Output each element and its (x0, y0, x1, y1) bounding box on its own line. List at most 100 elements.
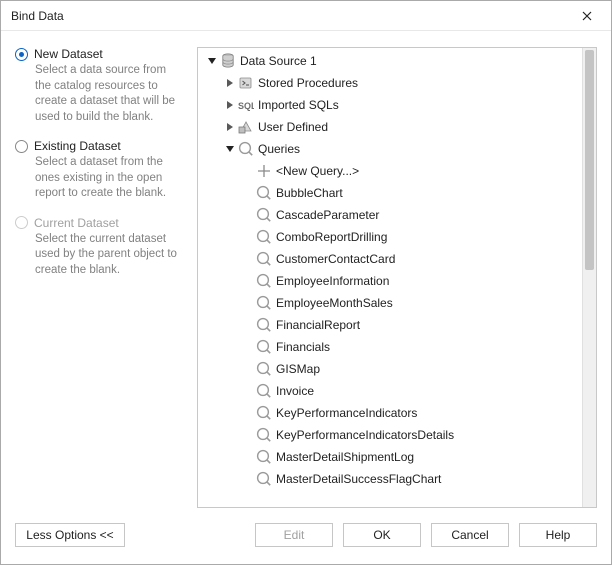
ok-button[interactable]: OK (343, 523, 421, 547)
tree-node-datasource[interactable]: Data Source 1 (202, 50, 582, 72)
query-icon (256, 471, 272, 487)
tree-node-query[interactable]: BubbleChart (202, 182, 582, 204)
query-icon (256, 207, 272, 223)
button-label: Help (546, 528, 571, 542)
tree-twister[interactable] (224, 122, 236, 132)
edit-button[interactable]: Edit (255, 523, 333, 547)
button-label: Edit (284, 528, 305, 542)
close-icon (582, 11, 592, 21)
query-icon (256, 427, 272, 443)
help-button[interactable]: Help (519, 523, 597, 547)
tree-label: ComboReportDrilling (276, 230, 387, 244)
tree-twister[interactable] (224, 144, 236, 154)
tree-node-query[interactable]: Financials (202, 336, 582, 358)
query-icon (256, 405, 272, 421)
tree-pane: Data Source 1 Stored Procedures Imported S… (197, 47, 597, 508)
sql-text-icon (238, 97, 254, 113)
tree-label: FinancialReport (276, 318, 360, 332)
tree-label: MasterDetailSuccessFlagChart (276, 472, 441, 486)
tree-node-folder[interactable]: User Defined (202, 116, 582, 138)
tree-label: CustomerContactCard (276, 252, 395, 266)
title-bar: Bind Data (1, 1, 611, 31)
tree-label: <New Query...> (276, 164, 359, 178)
query-icon (256, 449, 272, 465)
radio-current-dataset: Current Dataset (15, 216, 183, 230)
query-icon (256, 229, 272, 245)
tree-label: MasterDetailShipmentLog (276, 450, 414, 464)
query-icon (256, 339, 272, 355)
radio-existing-dataset[interactable]: Existing Dataset (15, 139, 183, 153)
tree-node-query[interactable]: EmployeeInformation (202, 270, 582, 292)
tree-node-new-query[interactable]: <New Query...> (202, 160, 582, 182)
button-label: Cancel (451, 528, 488, 542)
tree-twister[interactable] (206, 56, 218, 66)
plus-icon (256, 163, 272, 179)
tree-label: Stored Procedures (258, 76, 358, 90)
radio-indicator (15, 48, 28, 61)
radio-new-dataset[interactable]: New Dataset (15, 47, 183, 61)
button-label: OK (373, 528, 390, 542)
chevron-right-icon (225, 100, 235, 110)
radio-label: Existing Dataset (34, 139, 121, 153)
tree-twister[interactable] (224, 100, 236, 110)
query-icon (256, 185, 272, 201)
stored-proc-icon (238, 75, 254, 91)
tree-node-query[interactable]: EmployeeMonthSales (202, 292, 582, 314)
radio-label: Current Dataset (34, 216, 119, 230)
radio-label: New Dataset (34, 47, 103, 61)
less-options-button[interactable]: Less Options << (15, 523, 125, 547)
cancel-button[interactable]: Cancel (431, 523, 509, 547)
chevron-right-icon (225, 78, 235, 88)
tree-node-query[interactable]: FinancialReport (202, 314, 582, 336)
query-icon (256, 273, 272, 289)
tree-node-folder[interactable]: Queries (202, 138, 582, 160)
tree-node-query[interactable]: CascadeParameter (202, 204, 582, 226)
query-icon (256, 383, 272, 399)
tree-label: Invoice (276, 384, 314, 398)
radio-indicator (15, 216, 28, 229)
tree-twister[interactable] (224, 78, 236, 88)
options-pane: New Dataset Select a data source from th… (15, 47, 183, 508)
content-area: New Dataset Select a data source from th… (1, 31, 611, 518)
tree-node-query[interactable]: MasterDetailShipmentLog (202, 446, 582, 468)
query-icon (256, 361, 272, 377)
close-button[interactable] (569, 4, 605, 28)
tree-node-query[interactable]: Invoice (202, 380, 582, 402)
tree-node-query[interactable]: ComboReportDrilling (202, 226, 582, 248)
tree-label: Imported SQLs (258, 98, 339, 112)
scrollbar-thumb[interactable] (585, 50, 594, 270)
tree-node-folder[interactable]: Stored Procedures (202, 72, 582, 94)
tree-label: KeyPerformanceIndicators (276, 406, 417, 420)
user-defined-icon (238, 119, 254, 135)
tree-node-query[interactable]: KeyPerformanceIndicators (202, 402, 582, 424)
tree-node-query[interactable]: CustomerContactCard (202, 248, 582, 270)
tree-viewport: Data Source 1 Stored Procedures Imported S… (198, 48, 582, 507)
database-icon (220, 53, 236, 69)
chevron-down-icon (207, 56, 217, 66)
tree-label: Queries (258, 142, 300, 156)
radio-existing-desc: Select a dataset from the ones existing … (35, 155, 183, 202)
scrollbar-track[interactable] (582, 48, 596, 507)
tree-container: Data Source 1 Stored Procedures Imported S… (197, 47, 597, 508)
tree-node-query[interactable]: GISMap (202, 358, 582, 380)
radio-current-desc: Select the current dataset used by the p… (35, 232, 183, 279)
query-icon (256, 317, 272, 333)
query-icon (238, 141, 254, 157)
tree-node-query[interactable]: MasterDetailSuccessFlagChart (202, 468, 582, 490)
button-label: Less Options << (26, 528, 113, 542)
query-icon (256, 295, 272, 311)
tree-label: EmployeeMonthSales (276, 296, 393, 310)
tree-label: User Defined (258, 120, 328, 134)
query-icon (256, 251, 272, 267)
tree-label: Data Source 1 (240, 54, 317, 68)
chevron-right-icon (225, 122, 235, 132)
tree-label: CascadeParameter (276, 208, 379, 222)
button-bar: Less Options << Edit OK Cancel Help (1, 518, 611, 564)
tree-node-folder[interactable]: Imported SQLs (202, 94, 582, 116)
tree-label: EmployeeInformation (276, 274, 389, 288)
tree-node-query[interactable]: KeyPerformanceIndicatorsDetails (202, 424, 582, 446)
tree-label: Financials (276, 340, 330, 354)
tree-label: GISMap (276, 362, 320, 376)
chevron-down-icon (225, 144, 235, 154)
tree-label: KeyPerformanceIndicatorsDetails (276, 428, 454, 442)
